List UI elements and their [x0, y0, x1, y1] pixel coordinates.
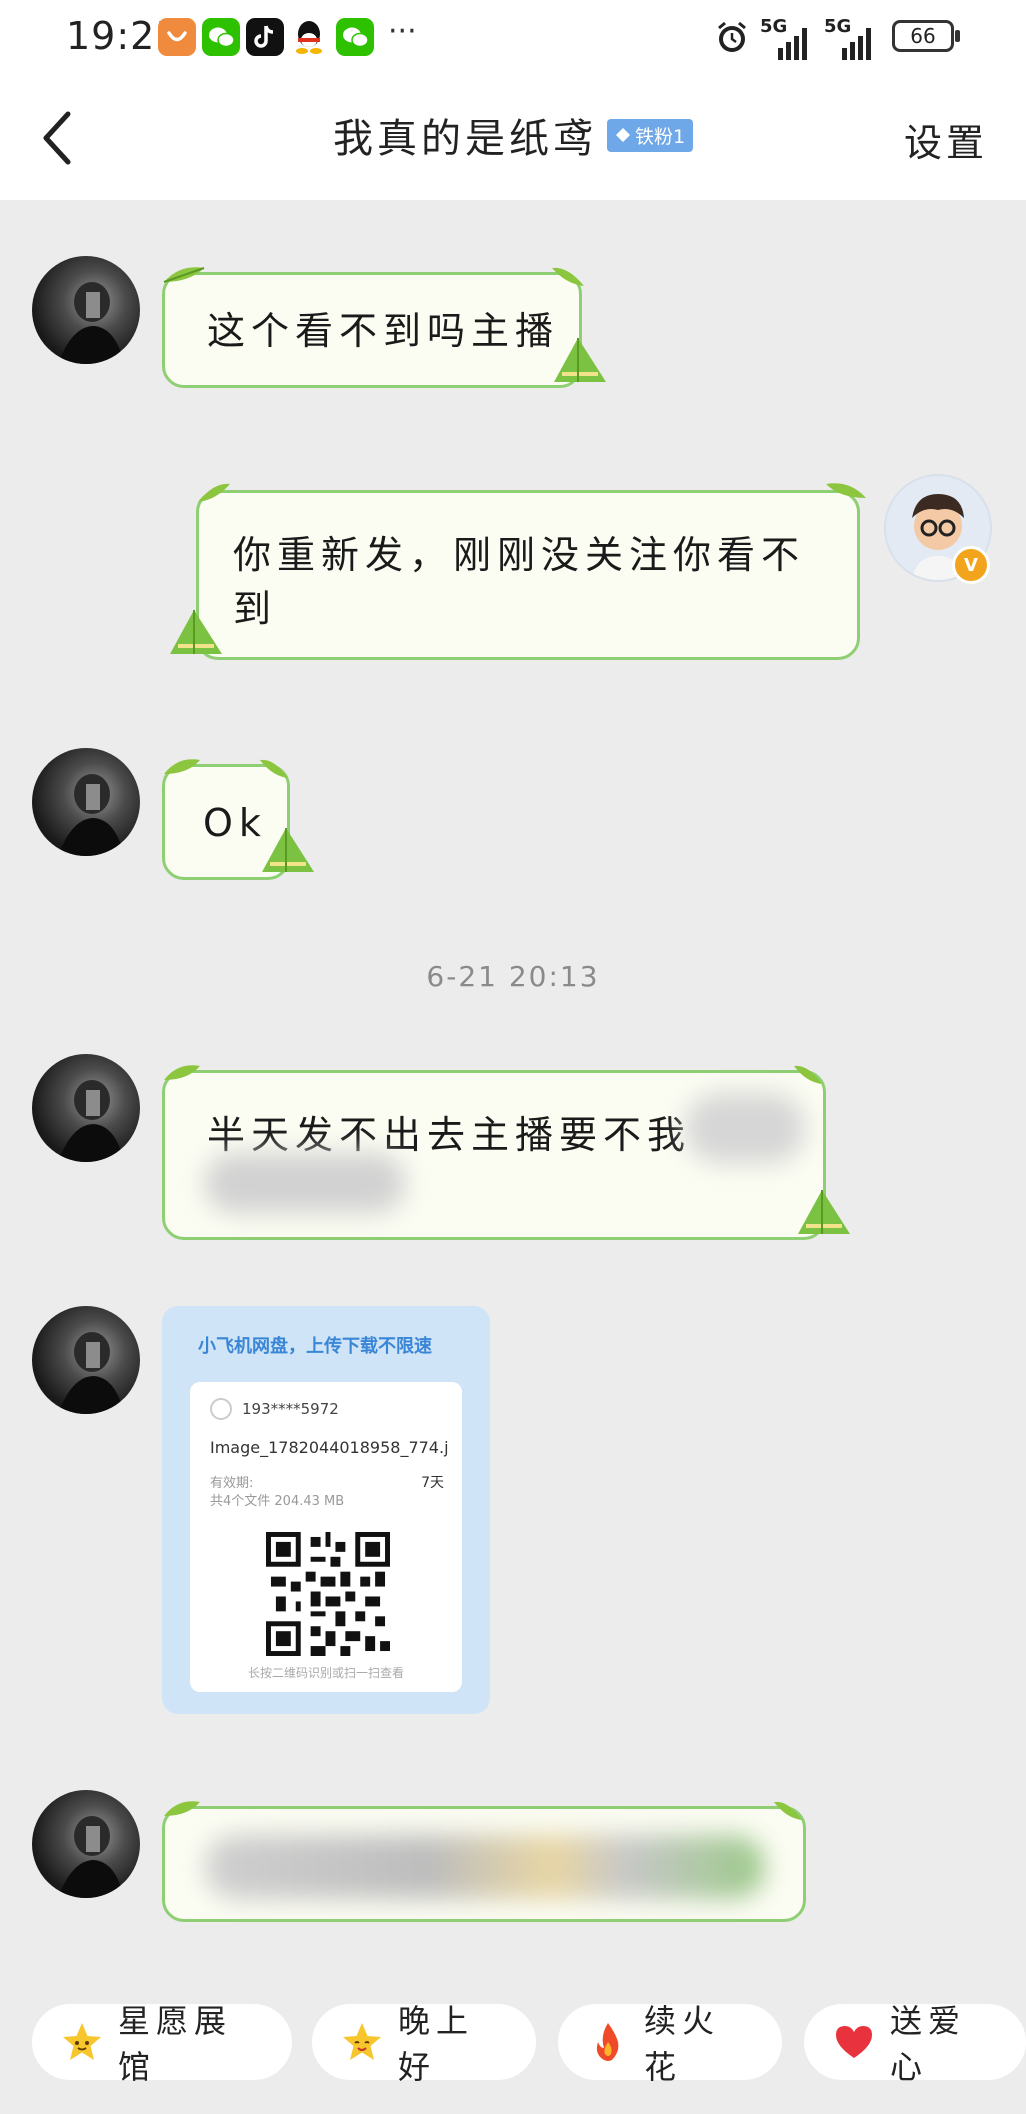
quick-reply-chip[interactable]: 晚上好	[312, 2002, 536, 2086]
diamond-icon	[615, 128, 630, 142]
zongzi-icon	[798, 1190, 850, 1234]
message-bubble-peer[interactable]: 半天发不出去主播要不我	[162, 1070, 826, 1240]
message-text-line-2: 到	[233, 587, 278, 631]
quick-reply-label: 晚上好	[398, 2002, 475, 2086]
qr-code-icon[interactable]	[266, 1532, 390, 1656]
tiktok-app-icon	[246, 18, 284, 56]
star-face-icon	[343, 2023, 381, 2060]
quick-reply-chip[interactable]: 续火花	[558, 2002, 782, 2086]
file-name: Image_1782044018958_774.j···	[210, 1438, 450, 1457]
settings-button[interactable]: 设置	[904, 112, 988, 167]
file-card-title: 小飞机网盘，上传下载不限速	[198, 1336, 432, 1357]
peer-avatar[interactable]	[32, 1054, 140, 1162]
sender-avatar-icon	[210, 1398, 232, 1420]
leaf-decoration-icon	[552, 267, 584, 286]
quick-reply-chip[interactable]: 星愿展馆	[32, 2002, 292, 2086]
quick-reply-chip[interactable]: 送爱心	[804, 2002, 1026, 2086]
quick-reply-label: 送爱心	[890, 2002, 967, 2086]
zongzi-icon	[554, 338, 606, 382]
leaf-decoration-icon	[774, 1801, 802, 1820]
qq-app-icon	[290, 18, 328, 56]
message-text-line-1: 你重新发，刚刚没关注你看不	[233, 533, 806, 577]
peer-avatar[interactable]	[32, 1790, 140, 1898]
redacted-text	[205, 1835, 765, 1899]
qr-hint: 长按二维码识别或扫一扫查看	[247, 1666, 404, 1680]
more-notifications-icon: ···	[388, 14, 417, 49]
star-face-icon	[63, 2023, 101, 2060]
message-timestamp: 6-21 20:13	[426, 960, 600, 993]
peer-avatar[interactable]	[32, 1306, 140, 1414]
battery-icon: 66	[892, 20, 954, 52]
peer-avatar[interactable]	[32, 748, 140, 856]
taobao-app-icon	[158, 18, 196, 56]
message-bubble-peer[interactable]: 这个看不到吗主播	[162, 272, 582, 388]
redacted-text	[685, 1093, 805, 1163]
leaf-decoration-icon	[826, 483, 866, 498]
file-sender: 193****5972	[210, 1398, 339, 1420]
message-bubble-peer[interactable]	[162, 1806, 806, 1922]
leaf-decoration-icon	[164, 1065, 200, 1080]
file-summary: 共4个文件 204.43 MB	[210, 1494, 345, 1509]
battery-cap	[955, 30, 960, 42]
contact-name: 我真的是纸鸢	[332, 116, 597, 162]
peer-avatar[interactable]	[32, 256, 140, 364]
quick-reply-label: 星愿展馆	[118, 2002, 233, 2086]
fan-badge: 铁粉1	[606, 118, 694, 152]
signal-2-icon: 5G	[824, 16, 880, 60]
leaf-decoration-icon	[163, 267, 205, 283]
message-text: 这个看不到吗主播	[207, 309, 560, 353]
zongzi-icon	[170, 610, 222, 654]
message-bubble-self[interactable]: 你重新发，刚刚没关注你看不 到	[196, 490, 860, 660]
battery-level: 66	[910, 24, 936, 48]
wechat-app-icon	[202, 18, 240, 56]
chat-title: 我真的是纸鸢 铁粉1	[0, 106, 1026, 164]
verified-icon: V	[952, 546, 990, 584]
shared-file-card[interactable]: 小飞机网盘，上传下载不限速 193****5972 Image_17820440…	[162, 1306, 490, 1714]
leaf-decoration-icon	[260, 759, 288, 778]
status-bar: 19:25 ··· 5G 5G 66	[0, 0, 1026, 76]
leaf-decoration-icon	[794, 1065, 822, 1084]
wechat-app-icon-2	[336, 18, 374, 56]
sender-id: 193****5972	[242, 1400, 339, 1418]
signal-1-icon: 5G	[760, 16, 816, 60]
leaf-decoration-icon	[164, 759, 200, 774]
redacted-text	[205, 1153, 405, 1213]
heart-icon	[836, 2026, 872, 2058]
validity-label: 有效期:	[210, 1476, 254, 1491]
validity-value: 7天	[421, 1475, 444, 1491]
zongzi-icon	[262, 828, 314, 872]
quick-reply-label: 续火花	[644, 2002, 721, 2086]
fire-icon	[596, 2023, 619, 2061]
alarm-icon	[714, 20, 750, 60]
leaf-decoration-icon	[198, 483, 230, 502]
leaf-decoration-icon	[164, 1801, 200, 1816]
file-card-body: 193****5972 Image_1782044018958_774.j···…	[190, 1382, 462, 1692]
fan-badge-label: 铁粉1	[634, 125, 686, 148]
chat-header: 我真的是纸鸢 铁粉1 设置	[0, 76, 1026, 200]
